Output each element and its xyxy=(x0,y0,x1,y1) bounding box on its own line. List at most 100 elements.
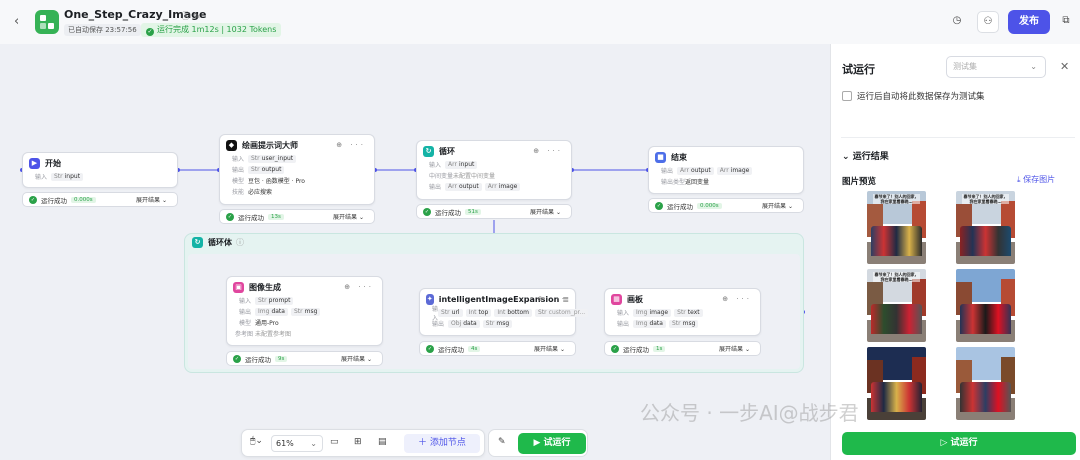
preview-image[interactable] xyxy=(956,269,1015,342)
checkbox-box[interactable] xyxy=(842,91,852,101)
test-run-button[interactable]: ▶ 试运行 xyxy=(518,433,586,454)
expand-results-button[interactable]: 展开结果 ⌄ xyxy=(719,344,750,353)
return-label: 输出类型 xyxy=(661,179,686,186)
preview-image[interactable] xyxy=(867,347,926,420)
save-as-testset-checkbox[interactable]: 运行后自动将此数据保存为测试集 xyxy=(842,90,985,102)
debug-icon[interactable]: ✎ xyxy=(498,437,506,447)
expansion-status: ✓ 运行成功 4s 展开结果 ⌄ xyxy=(419,341,576,356)
ref-label: 参考图 xyxy=(235,331,254,338)
status-text: 运行成功 xyxy=(41,196,67,205)
status-text: 运行成功 xyxy=(623,345,649,354)
preview-image[interactable]: 春节来了！别人的回家，我在家里看春晚… xyxy=(956,191,1015,264)
add-node-button[interactable]: ＋ 添加节点 xyxy=(404,434,480,453)
mid-var-value: 未配置中间变量 xyxy=(453,173,496,180)
input-tag: user_input xyxy=(261,154,294,162)
image-generation-node[interactable]: ▣ 图像生成 ⊕ ··· 输入 Str prompt 输出 Img data Str msg … xyxy=(226,276,383,346)
ref-value: 未配置参考图 xyxy=(255,331,292,338)
node-actions-icon[interactable]: ⊕ ··· xyxy=(722,295,752,303)
panel-test-run-button[interactable]: ▷ 试运行 xyxy=(842,432,1076,455)
run-results-toggle[interactable]: ⌄ 运行结果 xyxy=(842,149,889,162)
loop-icon: ↻ xyxy=(423,146,434,157)
panel-title: 试运行 xyxy=(842,63,875,76)
check-icon: ✓ xyxy=(423,207,431,216)
preview-image[interactable]: 春节来了！别人的回家，我在家里看春晚… xyxy=(867,269,926,342)
pointer-mode-icon[interactable]: 🖱⌄ xyxy=(250,436,263,446)
prompt-status: ✓ 运行成功 13s 展开结果 ⌄ xyxy=(219,209,375,224)
expand-results-button[interactable]: 展开结果 ⌄ xyxy=(333,212,364,221)
return-value: 返回变量 xyxy=(685,179,710,186)
input-tag: image xyxy=(649,308,669,316)
watermark: 公众号 · 一步AI@战步君 xyxy=(640,401,859,425)
image-expansion-node[interactable]: ✦ intelligentImageExpansion ≣ ⊕ ··· 输入 Str u… xyxy=(419,288,589,336)
node-actions-icon[interactable]: ⊕ ··· xyxy=(537,295,567,303)
end-node[interactable]: ■ 结束 输出 Arr output Arr image 输出类型 返回变量 xyxy=(648,146,804,194)
canvas-toolbar: 🖱⌄ 61% ⌄ ▭ ⊞ ▤ ＋ 添加节点 xyxy=(241,429,485,457)
mid-var-label: 中间变量 xyxy=(429,173,454,180)
expand-results-button[interactable]: 展开结果 ⌄ xyxy=(136,195,167,204)
node-actions-icon[interactable]: ⊕ ··· xyxy=(344,283,374,291)
prompt-master-node[interactable]: ◆ 绘画提示词大师 ⊕ ··· 输入 Str user_input 输出 Str outp… xyxy=(219,134,375,205)
preview-image[interactable]: 春节来了！别人的回家，我在家里看春晚… xyxy=(867,191,926,264)
output-tag: output xyxy=(458,182,479,190)
canvas-board-node[interactable]: ▦ 画板 ⊕ ··· 输入 Img image Str text 输出 Img data Str… xyxy=(604,288,761,336)
output-label: 输出 xyxy=(432,321,445,328)
info-icon: ⓘ xyxy=(236,238,244,247)
output-label: 输出 xyxy=(232,167,245,174)
model-label: 模型 xyxy=(239,320,252,327)
output-tag: msg xyxy=(304,307,318,315)
copy-icon[interactable]: ⧉ xyxy=(1057,11,1075,33)
node-actions-icon[interactable]: ⊕ ··· xyxy=(336,141,366,149)
loop-title: 循环 xyxy=(439,147,455,156)
zoom-select[interactable]: 61% ⌄ xyxy=(271,435,323,452)
input-tag: text xyxy=(687,308,700,316)
input-label: 输入 xyxy=(617,310,630,317)
expand-results-button[interactable]: 展开结果 ⌄ xyxy=(530,207,561,216)
input-tag: bottom xyxy=(507,308,530,316)
layout-icon[interactable]: ⊞ xyxy=(354,437,362,447)
status-text: 运行成功 xyxy=(245,355,271,364)
status-time: 51s xyxy=(465,208,481,215)
minimap-icon[interactable]: ▤ xyxy=(378,437,387,447)
model-value: 豆包 · 函数模型 · Pro xyxy=(248,178,305,185)
input-label: 输入 xyxy=(232,156,245,163)
prompt-title: 绘画提示词大师 xyxy=(242,141,298,150)
end-title: 结束 xyxy=(671,153,687,162)
skill-label: 技能 xyxy=(232,189,245,196)
node-actions-icon[interactable]: ⊕ ··· xyxy=(533,147,563,155)
canvas-board-status: ✓ 运行成功 1s 展开结果 ⌄ xyxy=(604,341,761,356)
preview-image[interactable] xyxy=(956,347,1015,420)
save-images-button[interactable]: ⤓ 保存图片 xyxy=(1017,174,1055,185)
expand-results-button[interactable]: 展开结果 ⌄ xyxy=(341,354,372,363)
collaborators-icon[interactable]: ⚇ xyxy=(977,11,999,33)
loop-body-header: ↻ 循环体 ⓘ xyxy=(192,237,244,248)
zoom-value: 61% xyxy=(276,439,294,448)
testset-select[interactable]: 测试集 ⌄ xyxy=(946,56,1046,78)
expand-results-button[interactable]: 展开结果 ⌄ xyxy=(534,344,565,353)
close-icon[interactable]: ✕ xyxy=(1060,60,1069,73)
history-icon[interactable]: ◷ xyxy=(946,11,968,33)
publish-button[interactable]: 发布 xyxy=(1008,10,1050,34)
expand-results-label: 展开结果 xyxy=(333,214,358,221)
output-tag: image xyxy=(498,182,518,190)
start-node[interactable]: ▶ 开始 输入 Str input xyxy=(22,152,178,188)
status-text: 运行成功 xyxy=(238,213,264,222)
status-text: 运行成功 xyxy=(435,208,461,217)
expand-results-button[interactable]: 展开结果 ⌄ xyxy=(762,201,793,210)
run-toolbar: ✎ ▶ 试运行 xyxy=(488,429,588,457)
run-results-title: 运行结果 xyxy=(852,152,889,162)
check-icon: ✓ xyxy=(233,354,241,363)
start-title: 开始 xyxy=(45,159,61,168)
loop-node[interactable]: ↻ 循环 ⊕ ··· 输入 Arr input 中间变量 未配置中间变量 输出 Arr ou… xyxy=(416,140,572,200)
status-time: 9s xyxy=(275,355,288,362)
check-icon: ✓ xyxy=(611,344,619,353)
canvas-title: 画板 xyxy=(627,295,643,304)
output-label: 输出 xyxy=(661,168,674,175)
expand-results-label: 展开结果 xyxy=(719,346,744,353)
model-label: 模型 xyxy=(232,178,245,185)
check-icon: ✓ xyxy=(226,212,234,221)
end-icon: ■ xyxy=(655,152,666,163)
comment-icon[interactable]: ▭ xyxy=(330,437,339,447)
save-images-label: 保存图片 xyxy=(1023,175,1056,184)
divider xyxy=(841,137,1075,138)
input-tag: input xyxy=(458,160,475,168)
